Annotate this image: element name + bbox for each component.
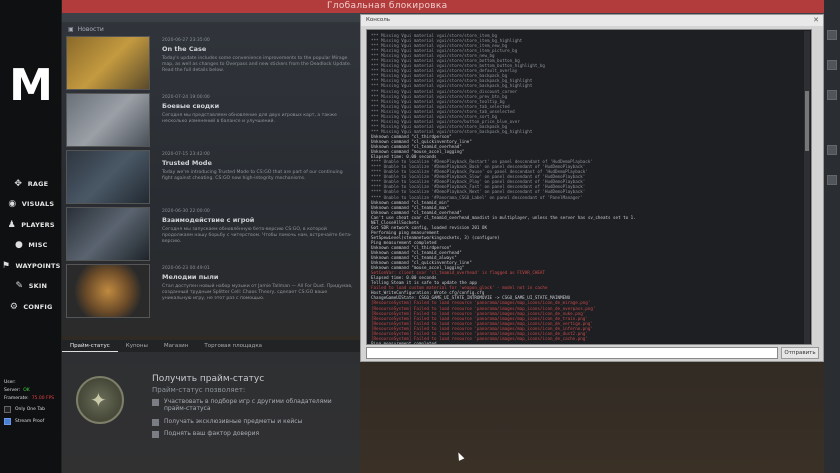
prime-title: Получить прайм-статус (152, 374, 265, 384)
friend-avatar-icon[interactable] (827, 90, 837, 100)
banner-text: Глобальная блокировка (327, 1, 448, 11)
menu-item-visuals[interactable]: ◉ VISUALS (0, 196, 62, 212)
only-one-tab-checkbox[interactable] (4, 406, 11, 413)
news-item[interactable]: 2020-06-30 22:00:00 Взаимодействие с игро… (66, 207, 358, 263)
prime-subtitle: Прайм-статус позволяет: (152, 386, 246, 394)
news-date: 2020-06-30 22:00:00 (162, 209, 210, 214)
global-ban-banner: Глобальная блокировка (62, 0, 840, 13)
news-title[interactable]: Мелодии пыли (162, 273, 218, 281)
tab-item[interactable]: Магазин (156, 340, 196, 352)
console-titlebar[interactable]: Консоль ✕ (361, 15, 823, 26)
news-panel: ▣ Новости 2020-06-27 23:35:00 On the Case… (62, 22, 360, 336)
menu-item-label: SKIN (28, 282, 48, 290)
menu-item-label: WAYPOINTS (15, 262, 61, 270)
news-body: Today's update includes some convenience… (162, 56, 352, 73)
check-icon (152, 419, 159, 426)
news-thumbnail[interactable] (66, 207, 150, 261)
menu-item-label: VISUALS (21, 200, 55, 208)
check-icon (152, 431, 159, 438)
news-date: 2020-07-15 23:42:00 (162, 152, 210, 157)
prime-benefit: Поднять ваш фактор доверия (152, 430, 352, 438)
menu-item-label: MISC (28, 241, 48, 249)
menu-item-rage[interactable]: ✥ RAGE (0, 176, 62, 192)
news-thumbnail[interactable] (66, 264, 150, 318)
prime-status-panel: ✦ Получить прайм-статус Прайм-статус поз… (62, 352, 360, 473)
server-label: Server: (4, 388, 21, 393)
tab-item[interactable]: Прайм-статус (62, 340, 118, 352)
cheat-menu: M ✥ RAGE ◉ VISUALS ♟ PLAYERS ● MISC ⚑ WAYPOINTS ✎ S… (0, 0, 62, 473)
framerate-value: 75.00 FPS (31, 396, 55, 401)
menu-item-skin[interactable]: ✎ SKIN (0, 278, 62, 294)
news-header-label: Новости (77, 26, 104, 33)
tab-item[interactable]: Торговая площадка (196, 340, 270, 352)
news-title[interactable]: Trusted Mode (162, 159, 212, 167)
menu-item-label: RAGE (27, 180, 49, 188)
menu-item-config[interactable]: ⚙ CONFIG (0, 299, 62, 315)
menu-item-players[interactable]: ♟ PLAYERS (0, 217, 62, 233)
menu-item-waypoints[interactable]: ⚑ WAYPOINTS (0, 258, 62, 274)
news-body: Стал доступен новый набор музыки от Jami… (162, 284, 353, 301)
scrollbar-thumb[interactable] (805, 91, 809, 151)
console-line: Ping measurement completed (371, 340, 437, 345)
prime-badge-icon: ✦ (76, 376, 124, 424)
news-date: 2020-07-24 19:00:00 (162, 95, 210, 100)
server-status: OK (23, 388, 30, 393)
news-thumbnail[interactable] (66, 36, 150, 90)
stream-proof-toggle[interactable]: Stream Proof (4, 418, 44, 425)
menu-item-misc[interactable]: ● MISC (0, 237, 62, 253)
mouse-cursor-icon (455, 451, 465, 461)
news-item[interactable]: 2020-07-24 19:00:00 Боевые сводки Сегодня … (66, 93, 358, 149)
tab-item[interactable]: Купоны (118, 340, 156, 352)
news-thumbnail[interactable] (66, 150, 150, 204)
news-thumbnail[interactable] (66, 93, 150, 147)
console-output[interactable]: *** Missing Vgui material vgui/store/sto… (366, 29, 812, 345)
menu-logo: M (9, 60, 53, 111)
close-icon[interactable]: ✕ (813, 16, 819, 24)
brush-icon: ✎ (15, 280, 24, 291)
gear-icon: ⚙ (9, 301, 18, 312)
stream-proof-checkbox[interactable] (4, 418, 11, 425)
news-body: Today we're introducing Trusted Mode to … (162, 170, 343, 181)
prime-benefit: Участвовать в подборе игр с другими обла… (152, 398, 352, 412)
user-icon: ● (14, 239, 23, 250)
store-tabs: Прайм-статус Купоны Магазин Торговая площад… (62, 340, 360, 352)
checkbox-label: Stream Proof (15, 419, 45, 424)
friend-avatar-icon[interactable] (827, 145, 837, 155)
news-title[interactable]: Взаимодействие с игрой (162, 216, 254, 224)
menu-item-label: CONFIG (23, 303, 53, 311)
game-screen: Глобальная блокировка ▣ Новости 2020-06-… (0, 0, 840, 473)
users-icon: ♟ (7, 219, 16, 230)
friend-avatar-icon[interactable] (827, 30, 837, 40)
news-body: Сегодня мы запускаем обновлённую бета-ве… (162, 227, 352, 244)
friend-avatar-icon[interactable] (827, 60, 837, 70)
checkbox-label: Only One Tab (15, 407, 45, 412)
framerate-label: Framerate: (4, 396, 29, 401)
news-header: ▣ Новости (68, 26, 104, 33)
news-body: Сегодня мы представляем обновление для д… (162, 113, 337, 124)
right-friends-strip (824, 0, 840, 473)
news-item[interactable]: 2020-06-23 00:49:01 Мелодии пыли Стал дост… (66, 264, 358, 320)
user-info: User: Server: OK Framerate: 75.00 FPS (4, 379, 60, 403)
news-date: 2020-06-27 23:35:00 (162, 38, 210, 43)
crosshair-icon: ✥ (14, 178, 22, 189)
console-title: Консоль (366, 17, 391, 23)
friend-avatar-icon[interactable] (827, 175, 837, 185)
eye-icon: ◉ (8, 198, 17, 209)
news-icon: ▣ (68, 26, 74, 33)
news-item[interactable]: 2020-06-27 23:35:00 On the Case Today's up… (66, 36, 358, 92)
console-command-input[interactable] (366, 347, 778, 359)
user-label: User: (4, 380, 16, 385)
check-icon (152, 399, 159, 406)
only-one-tab-toggle[interactable]: Only One Tab (4, 406, 45, 413)
console-submit-button[interactable]: Отправить (781, 347, 819, 359)
prime-benefit: Получать эксклюзивные предметы и кейсы (152, 418, 352, 426)
news-title[interactable]: On the Case (162, 45, 206, 53)
news-date: 2020-06-23 00:49:01 (162, 266, 210, 271)
console-scrollbar[interactable] (804, 31, 810, 344)
menu-item-label: PLAYERS (21, 221, 55, 229)
console-window[interactable]: Консоль ✕ *** Missing Vgui material vgui… (360, 14, 824, 362)
pin-icon: ⚑ (1, 260, 10, 271)
news-item[interactable]: 2020-07-15 23:42:00 Trusted Mode Today we'… (66, 150, 358, 206)
news-title[interactable]: Боевые сводки (162, 102, 219, 110)
